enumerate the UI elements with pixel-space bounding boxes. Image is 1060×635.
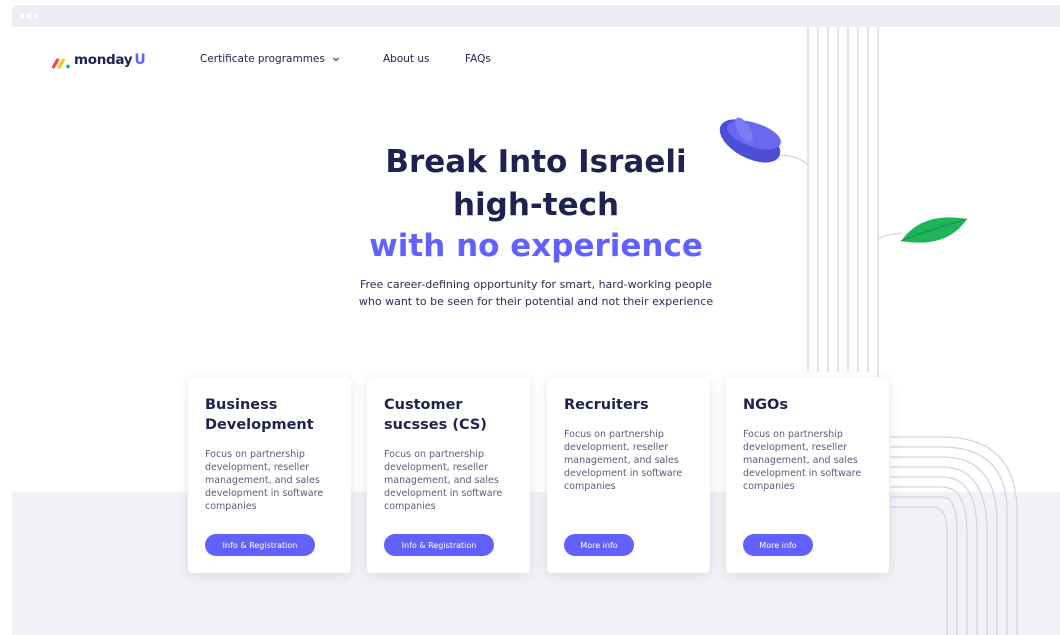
brand-logo[interactable]: monday U: [51, 52, 146, 69]
decorative-illustration: [719, 27, 1018, 635]
programme-card-business-development[interactable]: Business Development Focus on partnershi…: [188, 378, 351, 573]
card-description: Focus on partnership development, resell…: [564, 429, 683, 492]
leaf-icon: [900, 217, 968, 243]
nav-about-us[interactable]: About us: [383, 53, 430, 65]
window-dot: [34, 14, 38, 18]
chevron-down-icon: [331, 54, 341, 64]
logo-suffix: U: [134, 52, 146, 68]
web-page: monday U Certificate programmes About us…: [12, 27, 1060, 635]
logo-text: monday: [74, 52, 133, 68]
window-dot: [20, 14, 24, 18]
nav-label: FAQs: [465, 53, 491, 65]
card-title: Recruiters: [564, 397, 649, 413]
programme-card-customer-success[interactable]: Customer sucsses (CS) Focus on partnersh…: [367, 378, 530, 573]
window-dot: [27, 14, 31, 18]
more-info-button[interactable]: More info: [564, 534, 634, 556]
card-description: Focus on partnership development, resell…: [205, 449, 324, 512]
info-registration-button[interactable]: Info & Registration: [384, 534, 494, 556]
hero-title-line-1: Break Into Israeli: [385, 144, 687, 180]
more-info-button[interactable]: More info: [743, 534, 813, 556]
programme-card-recruiters[interactable]: Recruiters Focus on partnership developm…: [547, 378, 710, 573]
hero-subtitle-line-2: who want to be seen for their potential …: [358, 295, 714, 308]
card-title: NGOs: [743, 397, 788, 413]
nav-label: Certificate programmes: [200, 53, 325, 65]
browser-window: monday U Certificate programmes About us…: [0, 0, 1060, 635]
card-description: Focus on partnership development, resell…: [384, 449, 503, 512]
card-title: Customer sucsses (CS): [384, 397, 487, 433]
hero-subtitle-line-1: Free career-defining opportunity for sma…: [359, 278, 712, 291]
hero-title-line-2: high-tech: [452, 187, 620, 223]
card-title: Business Development: [205, 397, 314, 433]
nav-faqs[interactable]: FAQs: [465, 53, 491, 65]
browser-toolbar: [12, 5, 1060, 27]
logo-mark-icon: [51, 54, 71, 69]
programme-card-ngos[interactable]: NGOs Focus on partnership development, r…: [726, 378, 889, 573]
nav-label: About us: [383, 53, 430, 65]
hero-title-accent: with no experience: [369, 228, 703, 264]
card-description: Focus on partnership development, resell…: [743, 429, 862, 492]
info-registration-button[interactable]: Info & Registration: [205, 534, 315, 556]
nav-certificate-programmes[interactable]: Certificate programmes: [200, 53, 341, 65]
